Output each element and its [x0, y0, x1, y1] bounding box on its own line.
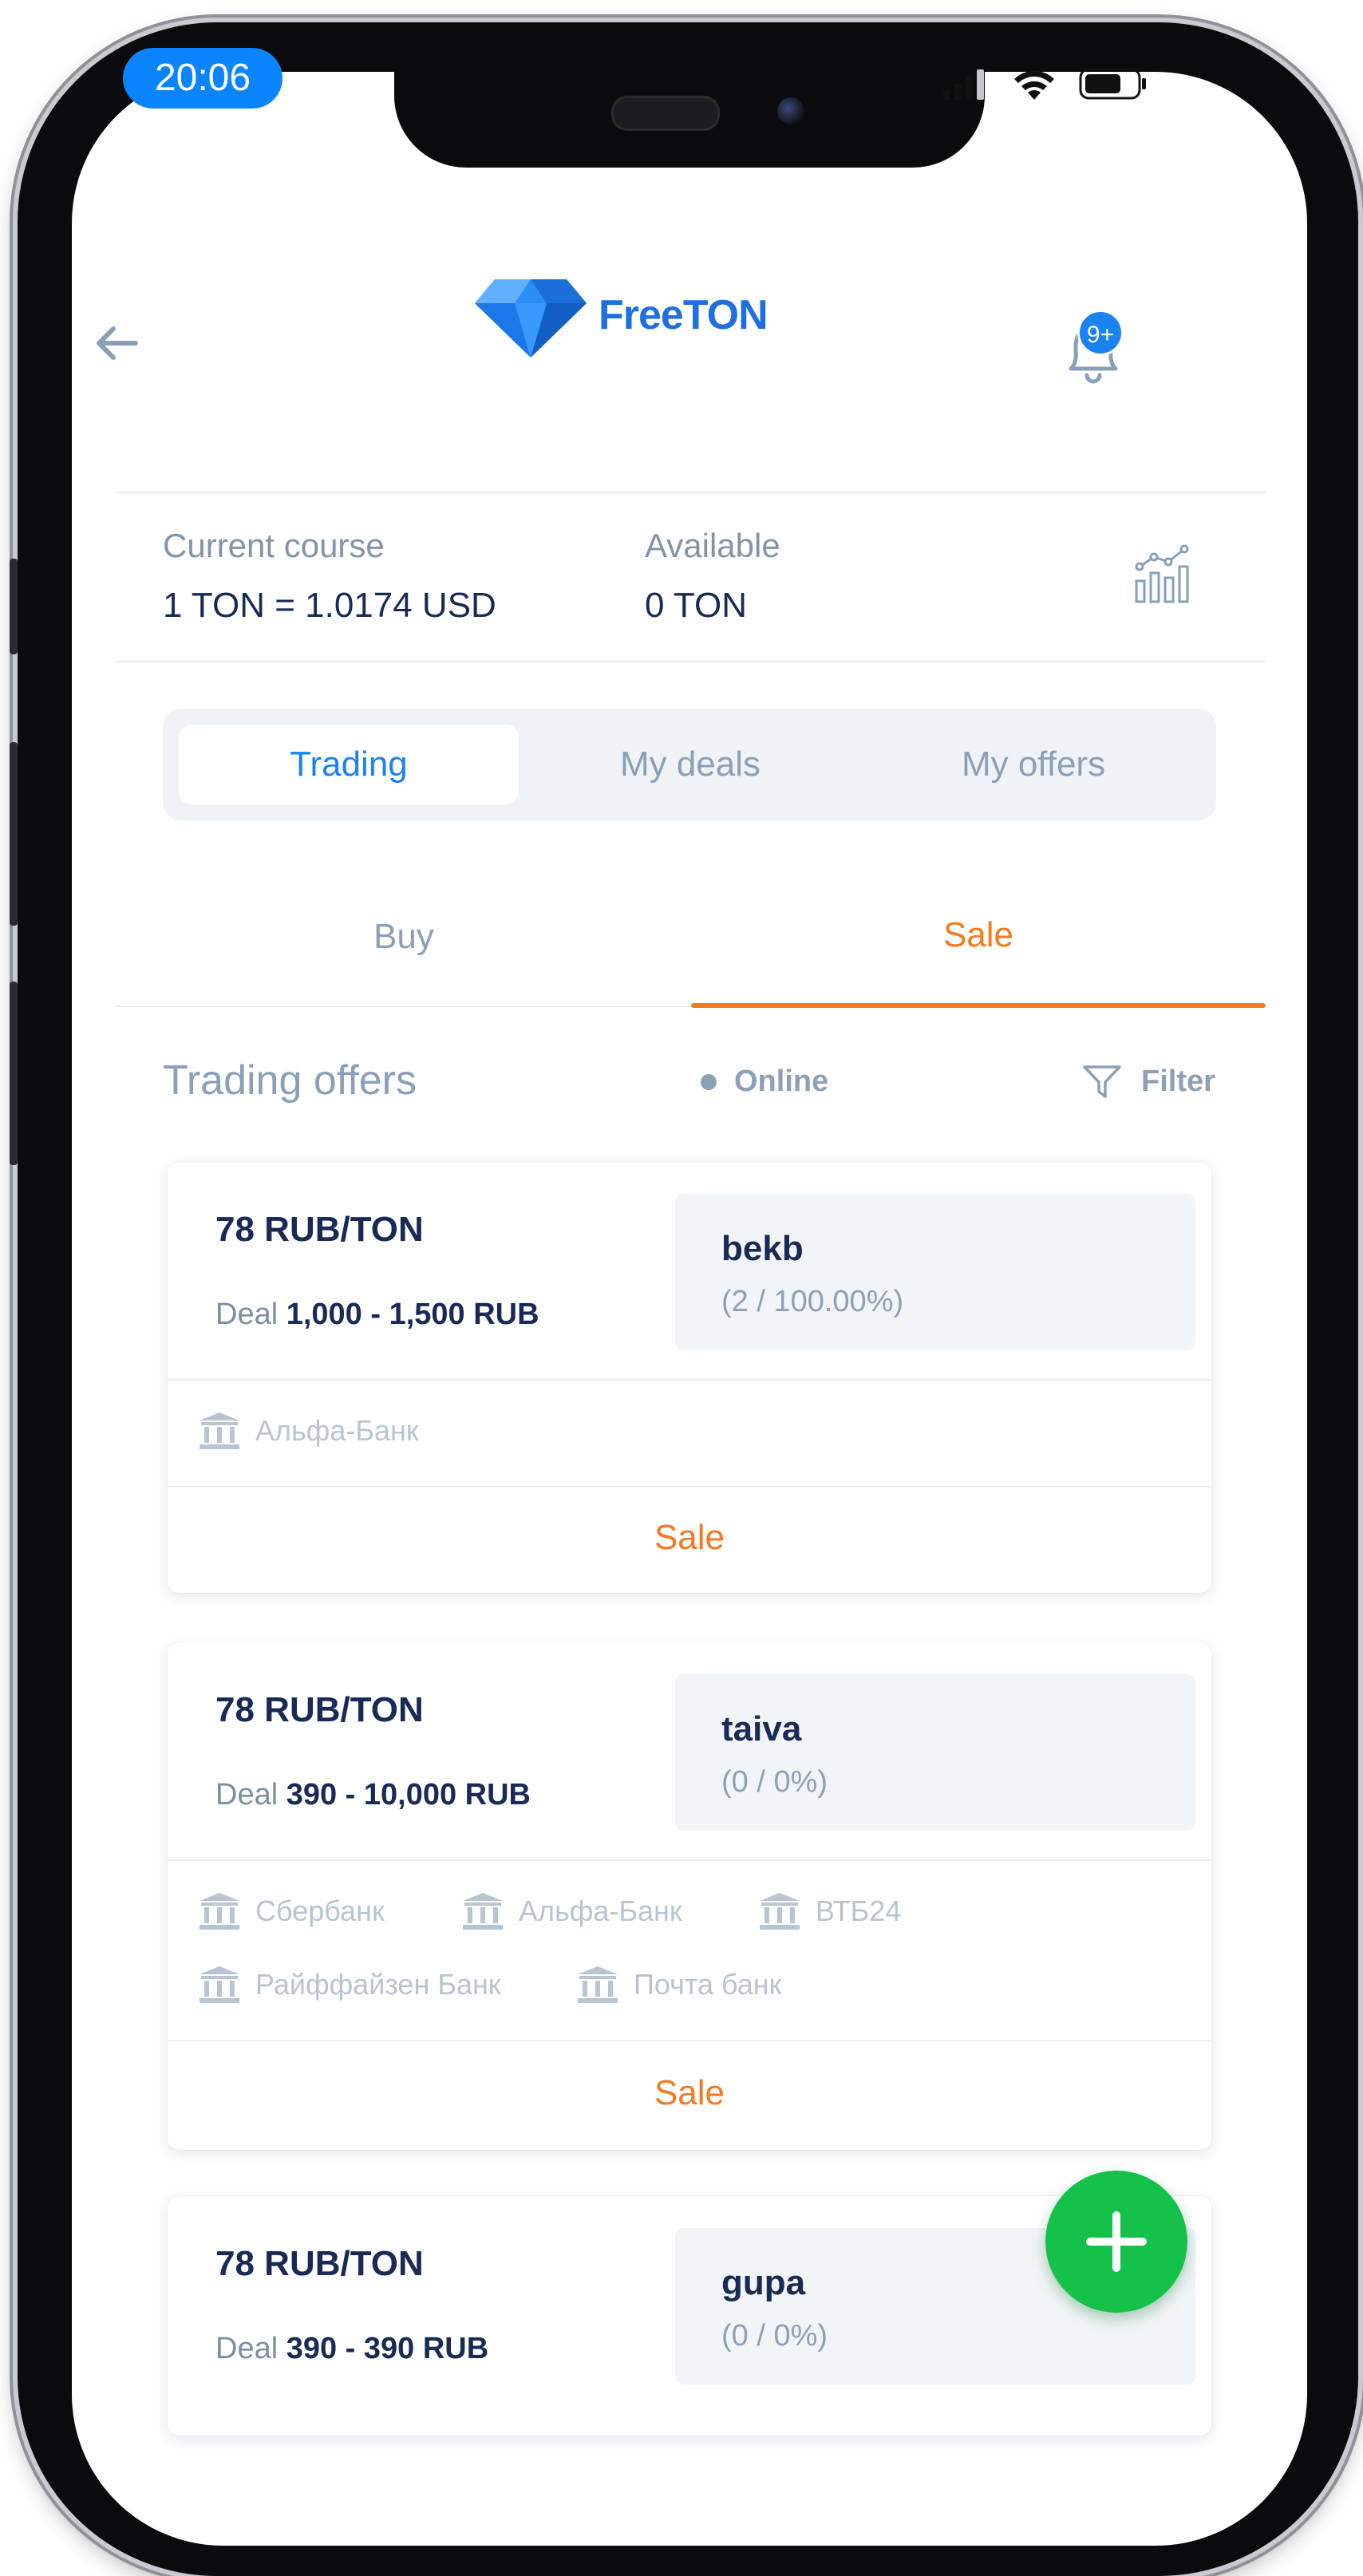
bank-name: Альфа-Банк — [519, 1894, 682, 1927]
seller-stats: (2 / 100.00%) — [721, 1285, 904, 1318]
offer-card[interactable]: 78 RUB/TON Deal 1,000 - 1,500 RUB bekb (… — [168, 1162, 1211, 1593]
bank-name: Райффайзен Банк — [255, 1968, 501, 2001]
offer-card[interactable]: 78 RUB/TON Deal 390 - 10,000 RUB taiva (… — [168, 1642, 1211, 2150]
offer-price: 78 RUB/TON — [215, 1690, 424, 1729]
signal-icon — [943, 69, 984, 100]
seller-name: bekb — [721, 1229, 804, 1268]
offer-deal: Deal 390 - 390 RUB — [215, 2332, 488, 2366]
card-divider — [168, 1379, 1211, 1381]
offer-deal: Deal 1,000 - 1,500 RUB — [215, 1298, 539, 1332]
subtab-buy[interactable]: Buy — [117, 905, 691, 969]
filter-button[interactable]: Filter — [1141, 1065, 1215, 1099]
current-course-value: 1 TON = 1.0174 USD — [163, 586, 496, 625]
seller-name: taiva — [721, 1709, 802, 1748]
brand-logo: FreeTON — [471, 271, 768, 359]
status-icons — [942, 64, 1148, 104]
seller-box[interactable]: bekb (2 / 100.00%) — [675, 1194, 1195, 1350]
volume-down-button — [10, 982, 18, 1165]
status-time: 20:06 — [123, 48, 282, 109]
deal-label: Deal — [215, 1778, 279, 1811]
sale-button[interactable]: Sale — [168, 2073, 1211, 2113]
bank-item: Сбербанк — [198, 1891, 385, 1931]
online-dot — [701, 1074, 717, 1090]
bank-icon — [578, 1966, 618, 2003]
online-toggle[interactable]: Online — [734, 1065, 828, 1099]
seller-box[interactable]: taiva (0 / 0%) — [675, 1674, 1195, 1831]
mute-switch — [10, 559, 18, 654]
battery-icon — [1079, 68, 1146, 100]
offers-title: Trading offers — [163, 1057, 417, 1104]
tab-trading[interactable]: Trading — [179, 725, 519, 804]
bank-item: Альфа-Банк — [461, 1891, 682, 1931]
seller-stats: (0 / 0%) — [721, 1765, 828, 1799]
bank-icon — [463, 1893, 503, 1930]
subtab-sale[interactable]: Sale — [691, 903, 1266, 967]
available-label: Available — [645, 527, 780, 564]
bank-name: Сбербанк — [255, 1894, 385, 1927]
available-value: 0 TON — [645, 586, 747, 625]
main-tabs: Trading My deals My offers — [163, 709, 1216, 820]
deal-range: 1,000 - 1,500 RUB — [286, 1298, 539, 1331]
bank-item: Альфа-Банк — [198, 1411, 419, 1451]
bank-name: Почта банк — [634, 1968, 782, 2001]
volume-up-button — [10, 742, 18, 926]
back-arrow-icon[interactable] — [88, 319, 144, 367]
offer-price: 78 RUB/TON — [215, 1210, 424, 1249]
deal-label: Deal — [215, 1298, 279, 1331]
speaker-grille — [611, 96, 720, 131]
plus-icon — [1086, 2211, 1147, 2272]
tab-my-offers[interactable]: My offers — [862, 725, 1205, 804]
bank-icon — [200, 1966, 239, 2003]
offer-deal: Deal 390 - 10,000 RUB — [215, 1778, 531, 1812]
front-camera — [777, 97, 804, 124]
bank-name: ВТБ24 — [816, 1894, 902, 1927]
bank-name: Альфа-Банк — [255, 1414, 419, 1447]
deal-label: Deal — [215, 2332, 279, 2365]
bank-icon — [200, 1893, 239, 1930]
course-divider — [117, 661, 1266, 662]
deal-range: 390 - 390 RUB — [286, 2332, 489, 2365]
deal-range: 390 - 10,000 RUB — [286, 1778, 531, 1811]
bank-item: ВТБ24 — [758, 1891, 901, 1931]
add-offer-button[interactable] — [1045, 2171, 1187, 2313]
offer-price: 78 RUB/TON — [215, 2244, 424, 2283]
chart-icon[interactable] — [1132, 543, 1195, 606]
filter-icon[interactable] — [1082, 1065, 1122, 1100]
seller-stats: (0 / 0%) — [721, 2319, 828, 2353]
diamond-logo-icon — [475, 279, 587, 358]
current-course-label: Current course — [163, 527, 385, 564]
bank-item: Райффайзен Банк — [198, 1965, 501, 2005]
card-divider — [168, 1486, 1211, 1488]
brand-name: FreeTON — [599, 292, 768, 338]
seller-name: gupa — [721, 2263, 806, 2302]
sale-button[interactable]: Sale — [168, 1518, 1211, 1558]
notch — [394, 72, 985, 168]
bank-icon — [760, 1893, 800, 1930]
bank-item: Почта банк — [576, 1965, 781, 2005]
card-divider — [168, 1859, 1211, 1861]
card-divider — [168, 2040, 1211, 2041]
subtab-active-underline — [691, 1003, 1266, 1008]
wifi-icon — [1014, 70, 1054, 100]
bank-icon — [200, 1412, 239, 1449]
tab-my-deals[interactable]: My deals — [519, 725, 862, 804]
header-divider — [117, 492, 1266, 493]
notification-badge: 9+ — [1077, 310, 1124, 356]
